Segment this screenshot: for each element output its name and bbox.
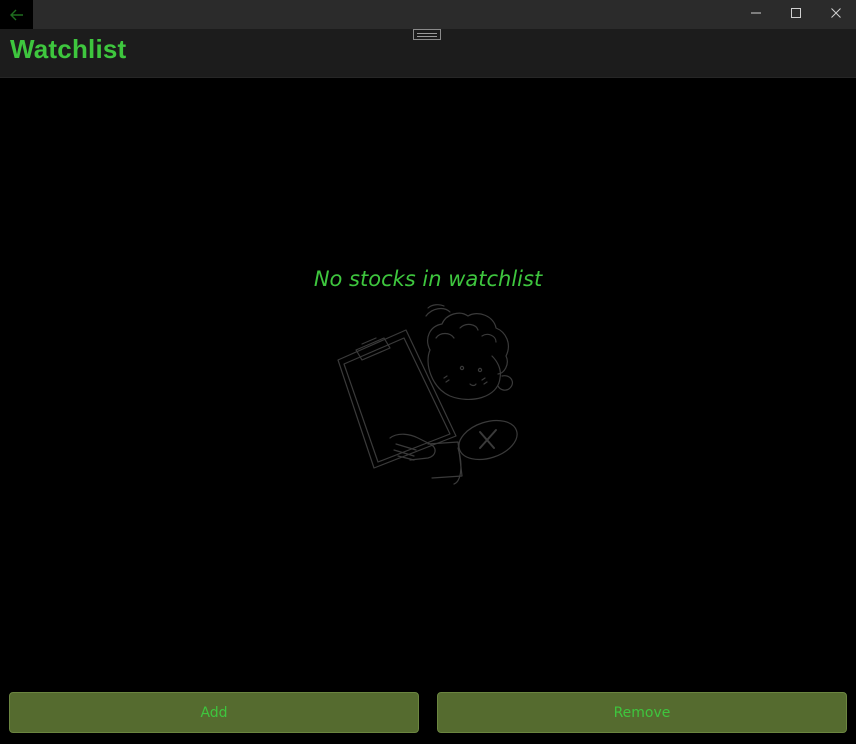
drag-handle-icon[interactable] [413, 29, 441, 40]
page-header: Watchlist [0, 29, 856, 78]
close-button[interactable] [816, 0, 856, 25]
close-icon [831, 7, 841, 18]
minimize-button[interactable] [736, 0, 776, 25]
page-title: Watchlist [10, 34, 127, 64]
remove-button[interactable]: Remove [437, 692, 847, 733]
maximize-button[interactable] [776, 0, 816, 25]
add-button[interactable]: Add [9, 692, 419, 733]
person-clipboard-illustration [337, 304, 518, 485]
arrow-left-icon [9, 9, 23, 20]
minimize-icon [751, 12, 761, 13]
empty-state-message: No stocks in watchlist [313, 267, 543, 291]
maximize-icon [791, 7, 801, 18]
back-button[interactable] [0, 0, 33, 29]
title-bar [0, 0, 856, 29]
